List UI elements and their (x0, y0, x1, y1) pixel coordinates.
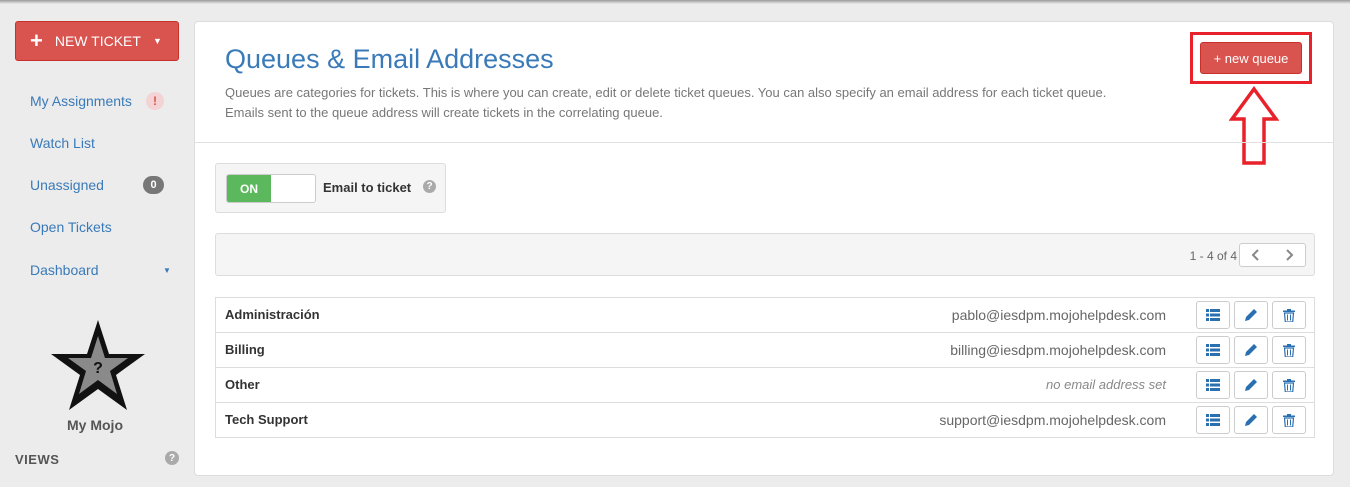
queue-email: no email address set (1046, 377, 1166, 392)
table-row: Other no email address set (216, 368, 1314, 403)
new-queue-button[interactable]: + new queue (1200, 42, 1302, 74)
arrow-up-icon (1229, 86, 1279, 165)
unassigned-count-badge: 0 (143, 176, 164, 194)
header-divider (195, 142, 1333, 143)
list-icon[interactable] (1196, 301, 1230, 329)
list-icon[interactable] (1196, 371, 1230, 399)
plus-icon: + (30, 28, 43, 53)
queue-name: Other (225, 377, 260, 392)
sidebar-item-unassigned[interactable]: Unassigned (30, 177, 104, 193)
queue-table: Administración pablo@iesdpm.mojohelpdesk… (215, 297, 1315, 438)
description-line: Queues are categories for tickets. This … (225, 85, 1107, 100)
table-row: Billing billing@iesdpm.mojohelpdesk.com (216, 333, 1314, 368)
sidebar-item-open-tickets[interactable]: Open Tickets (30, 219, 112, 235)
chevron-left-icon[interactable] (1239, 243, 1273, 267)
caret-down-icon: ▼ (152, 36, 162, 46)
queue-email: pablo@iesdpm.mojohelpdesk.com (951, 307, 1166, 323)
queue-name: Tech Support (225, 412, 308, 427)
sidebar-item-dashboard[interactable]: Dashboard (30, 262, 99, 278)
mojo-star-icon[interactable]: ? (48, 318, 148, 418)
email-to-ticket-box: ON Email to ticket ? (215, 163, 446, 213)
help-icon[interactable]: ? (423, 180, 436, 193)
trash-icon[interactable] (1272, 406, 1306, 434)
my-mojo-label[interactable]: My Mojo (67, 417, 123, 433)
queue-email: billing@iesdpm.mojohelpdesk.com (950, 342, 1166, 358)
top-shadow (0, 0, 1350, 4)
list-icon[interactable] (1196, 336, 1230, 364)
description-line: Emails sent to the queue address will cr… (225, 105, 663, 120)
sidebar-item-watch-list[interactable]: Watch List (30, 135, 95, 151)
trash-icon[interactable] (1272, 301, 1306, 329)
trash-icon[interactable] (1272, 336, 1306, 364)
queue-name: Billing (225, 342, 265, 357)
email-to-ticket-label: Email to ticket (323, 180, 412, 195)
table-row: Tech Support support@iesdpm.mojohelpdesk… (216, 403, 1314, 438)
chevron-right-icon[interactable] (1272, 243, 1306, 267)
pagination-bar: 1 - 4 of 4 (215, 233, 1315, 276)
list-icon[interactable] (1196, 406, 1230, 434)
pencil-icon[interactable] (1234, 336, 1268, 364)
pencil-icon[interactable] (1234, 301, 1268, 329)
page-description: Queues are categories for tickets. This … (225, 83, 1185, 123)
page-title: Queues & Email Addresses (225, 44, 554, 74)
main-panel: Queues & Email Addresses Queues are cate… (194, 21, 1334, 476)
help-icon[interactable]: ? (165, 451, 179, 465)
queue-name: Administración (225, 307, 320, 322)
trash-icon[interactable] (1272, 371, 1306, 399)
pagination-range: 1 - 4 of 4 (1189, 249, 1237, 263)
sidebar-item-my-assignments[interactable]: My Assignments (30, 93, 132, 109)
queue-email: support@iesdpm.mojohelpdesk.com (939, 412, 1166, 428)
mojo-glyph: ? (93, 360, 103, 377)
alert-badge: ! (146, 92, 164, 110)
toggle-on-label: ON (227, 175, 271, 202)
pencil-icon[interactable] (1234, 371, 1268, 399)
new-ticket-label: NEW TICKET (54, 33, 141, 49)
table-row: Administración pablo@iesdpm.mojohelpdesk… (216, 298, 1314, 333)
views-heading: VIEWS (15, 452, 60, 467)
pencil-icon[interactable] (1234, 406, 1268, 434)
new-ticket-button[interactable]: + NEW TICKET ▼ (15, 21, 179, 61)
caret-down-icon[interactable]: ▼ (163, 266, 171, 275)
email-to-ticket-toggle[interactable]: ON (226, 174, 316, 203)
